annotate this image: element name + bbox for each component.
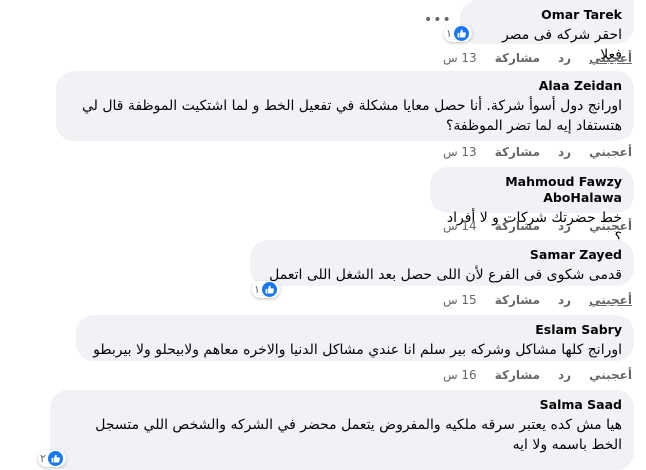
comment-6: Salma Saad هيا مش كده يعتبر سرقه ملكيه و…	[38, 390, 634, 470]
comment-3: Mahmoud Fawzy AboHalawa خط حضرتك شركات و…	[430, 167, 634, 246]
comment-author[interactable]: Alaa Zeidan	[68, 78, 622, 94]
comment-bubble: Omar Tarek احقر شركه فى مصر فعلا ١	[444, 0, 634, 63]
reply-button[interactable]: رد	[558, 144, 571, 160]
share-button[interactable]: مشاركة	[495, 50, 540, 66]
comment-bubble: Salma Saad هيا مش كده يعتبر سرقه ملكيه و…	[38, 390, 634, 470]
comment-text: قدمى شكوى فى الفرع لأن اللى حصل بعد الشغ…	[269, 267, 622, 283]
comment-bubble: Alaa Zeidan اورانج دول أسوأ شركة. أنا حص…	[56, 71, 634, 141]
like-button[interactable]: أعجبني	[589, 292, 632, 308]
comment-5: Eslam Sabry اورانج كلها مشاكل وشركه بير …	[76, 315, 634, 361]
comment-bubble: Samar Zayed قدمى شكوى فى الفرع لأن اللى …	[250, 240, 634, 298]
comment-author[interactable]: Omar Tarek	[472, 7, 622, 23]
comment-actions: أعجبني رد مشاركة 14 س	[443, 218, 632, 234]
comment-time[interactable]: 13 س	[443, 50, 477, 66]
share-button[interactable]: مشاركة	[495, 367, 540, 383]
share-button[interactable]: مشاركة	[495, 218, 540, 234]
like-icon	[261, 282, 277, 297]
like-icon	[453, 26, 469, 41]
comment-time[interactable]: 15 س	[443, 292, 477, 308]
comment-actions: أعجبني رد مشاركة 16 س	[443, 367, 632, 383]
comment-4: Samar Zayed قدمى شكوى فى الفرع لأن اللى …	[250, 240, 634, 298]
share-button[interactable]: مشاركة	[495, 292, 540, 308]
comment-author[interactable]: Samar Zayed	[262, 247, 622, 263]
reply-button[interactable]: رد	[558, 218, 571, 234]
comment-actions: أعجبني رد مشاركة 15 س	[443, 292, 632, 308]
comment-author[interactable]: Salma Saad	[62, 397, 622, 413]
comment-time[interactable]: 13 س	[443, 144, 477, 160]
like-button[interactable]: أعجبني	[589, 144, 632, 160]
comment-author[interactable]: Eslam Sabry	[88, 322, 622, 338]
comment-2: Alaa Zeidan اورانج دول أسوأ شركة. أنا حص…	[56, 71, 634, 141]
like-icon	[47, 451, 63, 466]
like-button[interactable]: أعجبني	[589, 218, 632, 234]
comment-author[interactable]: Mahmoud Fawzy AboHalawa	[442, 174, 622, 206]
comment-actions: أعجبني رد مشاركة 13 س	[443, 144, 632, 160]
comment-bubble: Mahmoud Fawzy AboHalawa خط حضرتك شركات و…	[430, 167, 634, 246]
reply-button[interactable]: رد	[558, 367, 571, 383]
reply-button[interactable]: رد	[558, 292, 571, 308]
comment-text: اورانج دول أسوأ شركة. أنا حصل معايا مشكل…	[81, 98, 622, 134]
comment-actions: أعجبني رد مشاركة 13 س	[443, 50, 632, 66]
like-button[interactable]: أعجبني	[589, 367, 632, 383]
share-button[interactable]: مشاركة	[495, 144, 540, 160]
comment-1: Omar Tarek احقر شركه فى مصر فعلا ١	[444, 0, 634, 63]
reaction-summary[interactable]: ١	[252, 281, 280, 298]
comment-time[interactable]: 16 س	[443, 367, 477, 383]
comment-time[interactable]: 14 س	[443, 218, 477, 234]
comment-text: هيا مش كده يعتبر سرقه ملكيه والمفروض يتع…	[95, 417, 622, 453]
comment-bubble: Eslam Sabry اورانج كلها مشاكل وشركه بير …	[76, 315, 634, 361]
reaction-count: ١	[446, 27, 452, 40]
reaction-summary[interactable]: ٢	[38, 450, 66, 467]
more-options-icon[interactable]: •••	[424, 12, 451, 28]
comment-text: اورانج كلها مشاكل وشركه بير سلم انا عندي…	[93, 342, 622, 358]
reply-button[interactable]: رد	[558, 50, 571, 66]
reaction-count: ١	[254, 283, 260, 296]
like-button[interactable]: أعجبني	[589, 50, 632, 66]
reaction-count: ٢	[40, 452, 46, 465]
